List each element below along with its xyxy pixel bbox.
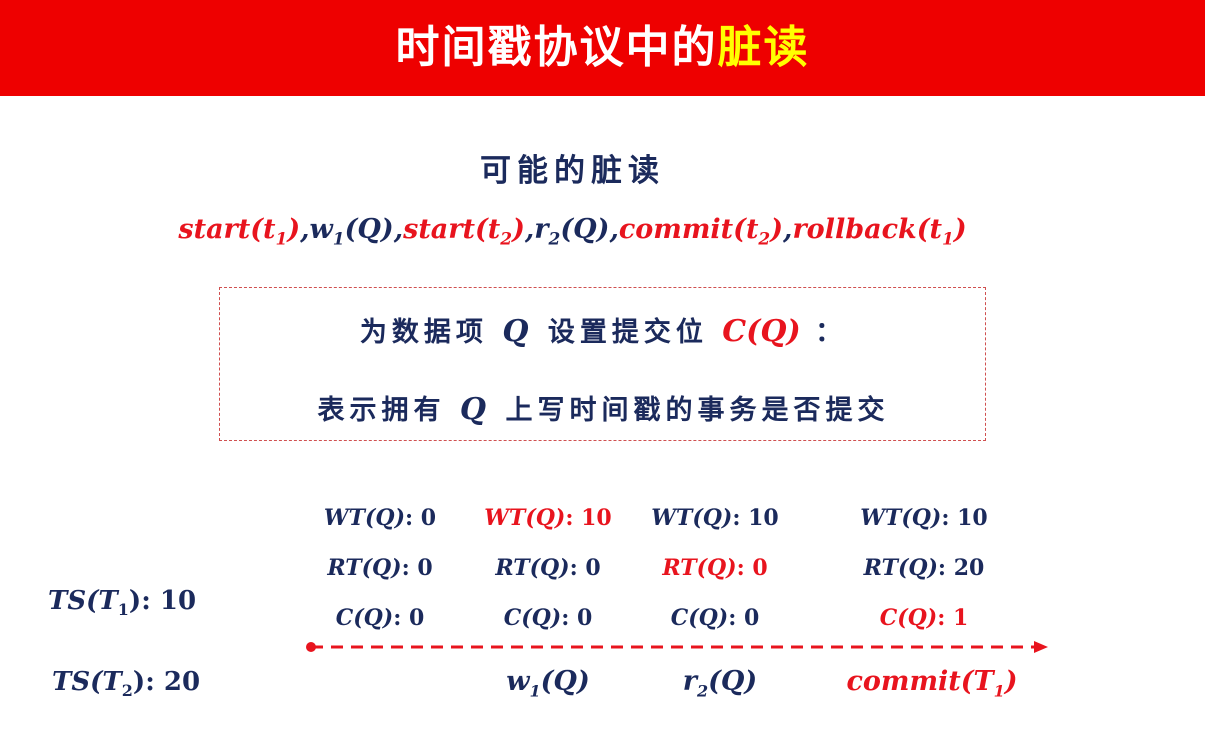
timeline-arrowhead: [1034, 641, 1048, 653]
op-commit-1: commit(T1): [832, 666, 1032, 700]
op1-arg: (Q): [540, 666, 590, 697]
op3-sub: 1: [993, 681, 1005, 701]
op3-arg: ): [1004, 666, 1018, 697]
timeline: [306, 641, 1048, 653]
op1-sub: 1: [529, 681, 541, 701]
op2-arg: (Q): [708, 666, 758, 697]
op2-name: r: [682, 666, 697, 697]
op2-sub: 2: [697, 681, 709, 701]
op1-name: w: [506, 666, 530, 697]
op3-name: commit(T: [846, 666, 994, 697]
op-read-2: r2(Q): [620, 666, 820, 700]
op-write-1: w1(Q): [448, 666, 648, 700]
